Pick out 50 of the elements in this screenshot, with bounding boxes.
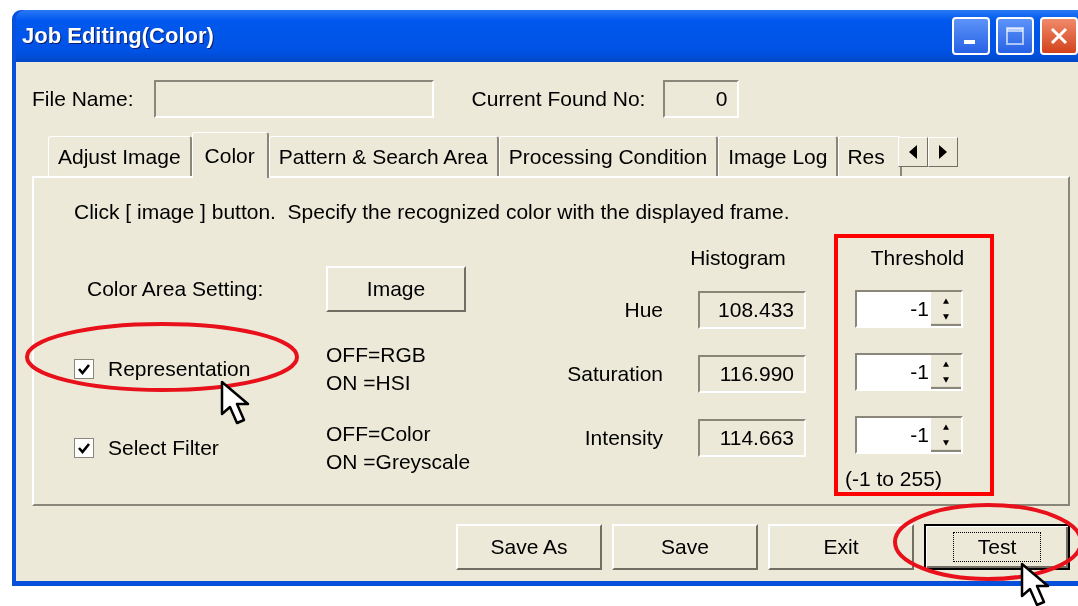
tab[interactable]: Processing Condition [498, 136, 719, 176]
dialog-button[interactable]: Test [924, 524, 1070, 570]
file-name-field[interactable] [153, 80, 434, 118]
threshold-spin-field[interactable]: -1 [855, 352, 963, 391]
current-found-field: 0 [663, 80, 740, 118]
hint-text: OFF=Color [326, 421, 432, 447]
hint-text: ON =Greyscale [326, 449, 472, 475]
instruction-text: Click [ image ] button. Specify the recognized color with the displayed frame. [74, 199, 791, 225]
threshold-spin-field[interactable]: -1 [855, 415, 963, 454]
tab[interactable]: Color [191, 132, 269, 178]
close-button[interactable] [1040, 17, 1078, 55]
checkbox-label[interactable]: Select Filter [108, 436, 219, 460]
channel-label: Saturation [567, 362, 663, 386]
dialog-button[interactable]: Save [612, 524, 758, 570]
tab[interactable]: Pattern & Search Area [268, 136, 499, 176]
current-found-label: Current Found No: [471, 87, 646, 111]
minimize-button[interactable] [952, 17, 990, 55]
image-button[interactable]: Image [326, 266, 466, 312]
color-area-label: Color Area Setting: [86, 277, 265, 301]
check-icon [77, 441, 91, 455]
window-title: Job Editing(Color) [22, 23, 215, 49]
threshold-header: Threshold [870, 245, 965, 270]
maximize-icon [1005, 26, 1025, 46]
dialog-button[interactable]: Save As [456, 524, 602, 570]
check-icon [77, 362, 91, 376]
hint-text: OFF=RGB [326, 342, 427, 368]
tab[interactable]: Image Log [718, 136, 839, 176]
channel-label: Intensity [584, 426, 663, 450]
scroll-left-button[interactable] [898, 137, 929, 167]
left-triangle-icon [908, 145, 919, 159]
minimize-icon [963, 40, 975, 44]
threshold-spin-field[interactable]: -1 [855, 289, 963, 328]
checkbox[interactable] [74, 359, 94, 379]
histogram-value-field: 108.433 [698, 291, 806, 329]
channel-label: Hue [624, 298, 663, 322]
checkbox[interactable] [74, 438, 94, 458]
range-text: (-1 to 255) [845, 467, 942, 492]
tab[interactable]: Res [838, 136, 903, 176]
close-icon [1049, 26, 1069, 46]
dialog-button[interactable]: Exit [768, 524, 914, 570]
histogram-header: Histogram [690, 246, 786, 270]
hint-text: ON =HSI [326, 370, 412, 396]
maximize-button[interactable] [996, 17, 1034, 55]
right-triangle-icon [938, 145, 949, 159]
histogram-value-field: 116.990 [698, 355, 806, 393]
scroll-right-button[interactable] [928, 137, 959, 167]
tab[interactable]: Adjust Image [48, 136, 192, 176]
histogram-value-field: 114.663 [698, 419, 806, 457]
checkbox-label[interactable]: Representation [108, 357, 251, 381]
file-name-label: File Name: [32, 87, 134, 111]
